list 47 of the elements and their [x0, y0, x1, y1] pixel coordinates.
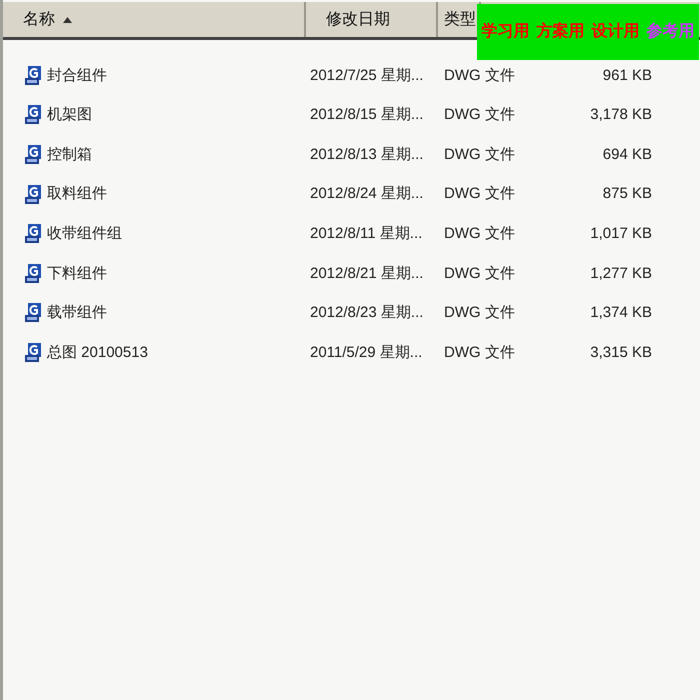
banner-label: 学习用 [482, 22, 530, 42]
file-size: 694 KB [602, 144, 652, 165]
column-header[interactable]: 名称 [3, 2, 306, 37]
file-size: 1,277 KB [589, 264, 652, 284]
dwg-file-icon [25, 342, 43, 363]
file-name[interactable]: 收带组件组 [3, 222, 306, 246]
modified-date: 2012/8/21 星期... [309, 264, 424, 284]
dwg-file-icon [25, 105, 43, 126]
file-name[interactable]: 控制箱 [3, 144, 306, 166]
banner-label: 设计用 [592, 22, 640, 42]
file-size: 1,374 KB [589, 303, 652, 324]
modified-date: 2012/8/11 星期... [309, 224, 424, 244]
file-size: 3,315 KB [589, 342, 652, 363]
modified-date: 2012/8/24 星期... [309, 184, 424, 204]
modified-date: 2011/5/29 星期... [309, 342, 424, 363]
sort-ascending-icon [63, 16, 72, 22]
dwg-file-icon [25, 144, 43, 165]
file-size: 3,178 KB [589, 105, 652, 126]
file-size: 1,017 KB [589, 224, 652, 244]
file-name[interactable]: 载带组件 [3, 302, 306, 325]
dwg-file-icon [25, 184, 43, 205]
modified-date: 2012/8/23 星期... [309, 303, 424, 324]
file-type: DWG 文件 [443, 66, 516, 86]
file-name[interactable]: 封合组件 [3, 64, 306, 88]
banner-label: 参考用 [646, 21, 694, 42]
file-type: DWG 文件 [443, 303, 516, 324]
file-type: DWG 文件 [443, 184, 516, 204]
file-size: 961 KB [602, 66, 652, 86]
dwg-file-icon [25, 66, 43, 86]
column-header[interactable]: 修改日期 [306, 2, 438, 37]
file-type: DWG 文件 [443, 105, 516, 126]
file-type: DWG 文件 [443, 342, 516, 363]
file-name[interactable]: 总图 20100513 [3, 342, 306, 364]
file-name[interactable]: 取料组件 [3, 183, 306, 206]
banner-label: 方案用 [536, 21, 584, 42]
dwg-file-icon [25, 303, 43, 324]
file-type: DWG 文件 [443, 144, 516, 165]
modified-date: 2012/7/25 星期... [309, 66, 424, 86]
file-size: 875 KB [602, 184, 652, 204]
file-name[interactable]: 下料组件 [3, 262, 306, 286]
file-type: DWG 文件 [443, 224, 516, 244]
modified-date: 2012/8/15 星期... [309, 105, 424, 126]
file-type: DWG 文件 [443, 264, 516, 284]
dwg-file-icon [25, 264, 43, 284]
file-name[interactable]: 机架图 [3, 104, 306, 127]
dwg-file-icon [25, 224, 43, 244]
modified-date: 2012/8/13 星期... [309, 144, 424, 165]
